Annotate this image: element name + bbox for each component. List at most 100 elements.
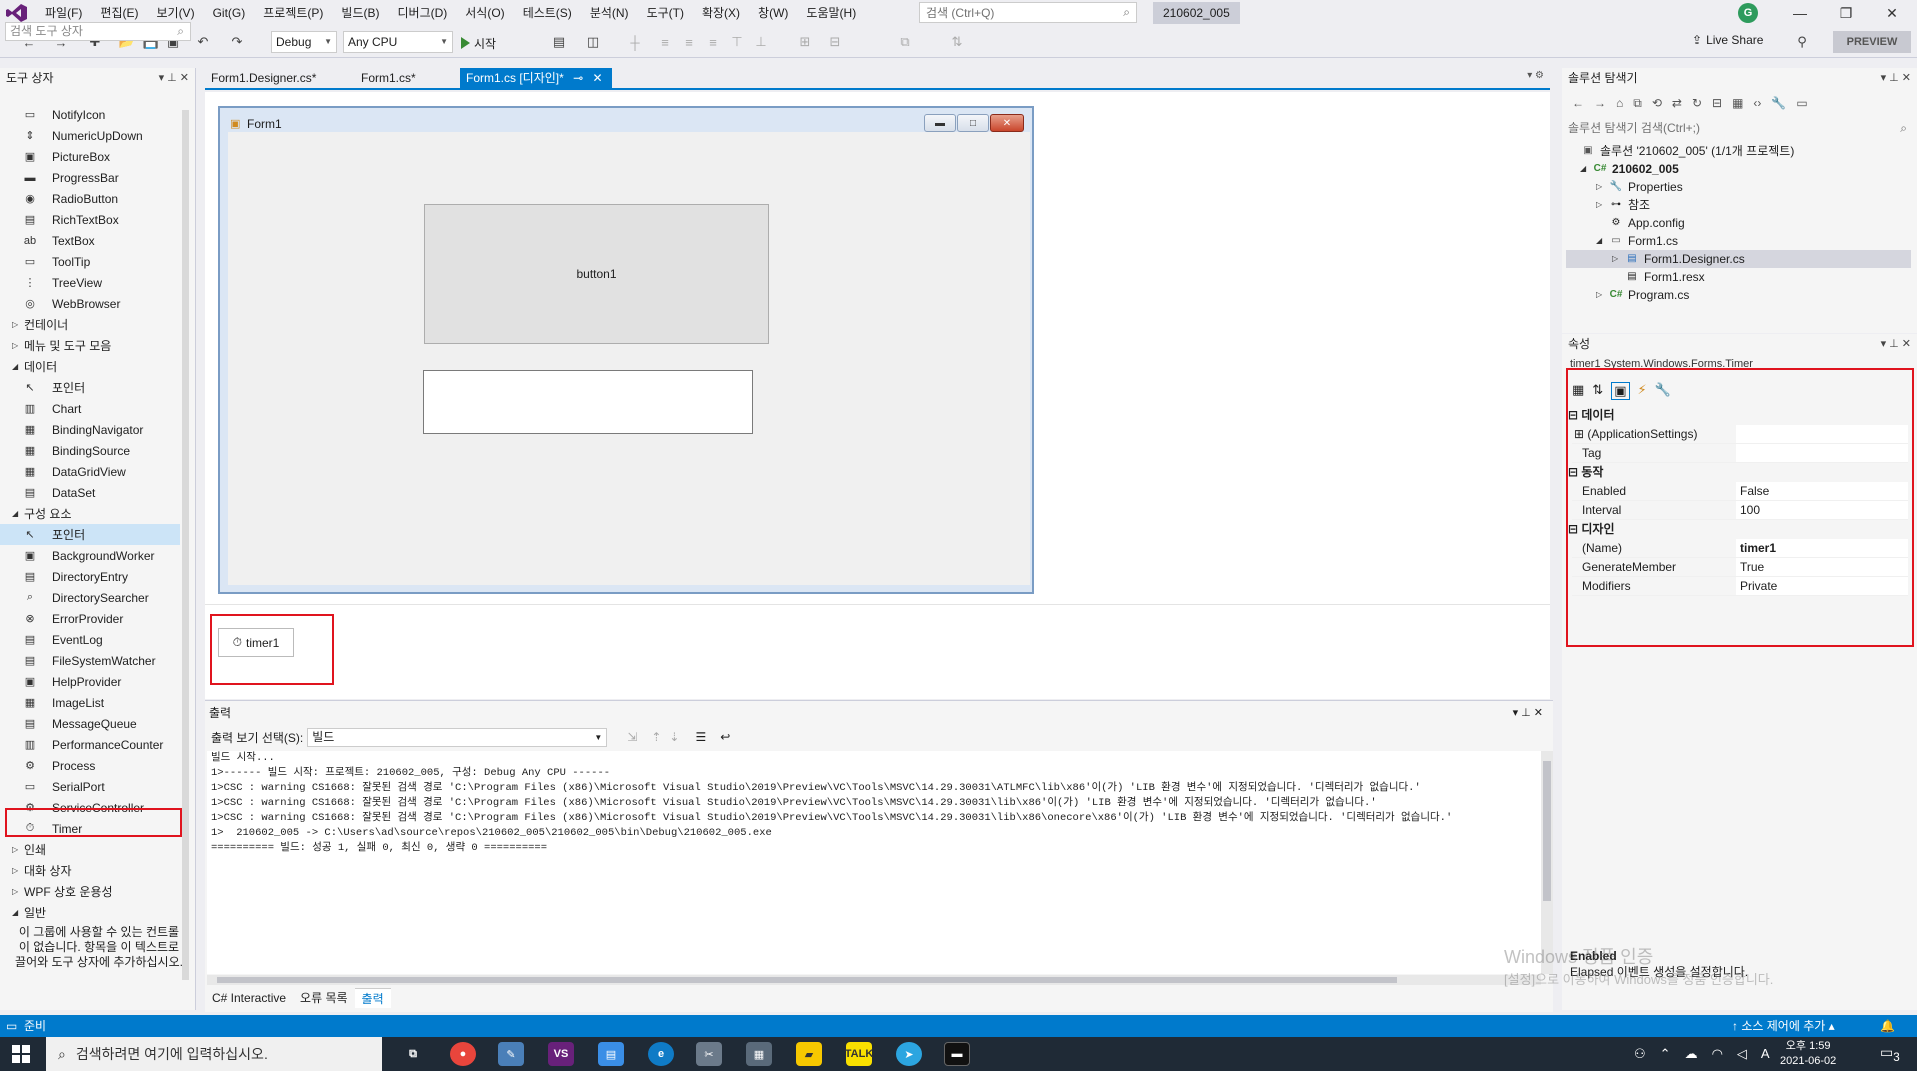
spacing-icon[interactable]: ⊟ [826,33,844,51]
toolbox-category[interactable]: ◢ 데이터 [0,356,180,377]
toolbox-item-richtextbox[interactable]: ▤ RichTextBox [0,209,180,230]
prop-category-behavior[interactable]: ⊟ 동작 [1568,463,1603,482]
menu-item[interactable]: 확장(X) [693,0,749,26]
browser-link-icon[interactable]: ▤ [550,33,568,51]
prev-message-icon[interactable]: ⇡ [651,730,661,744]
screenshot-icon[interactable]: ◫ [584,33,602,51]
toolbox-item-datagridview[interactable]: ▦ DataGridView [0,461,180,482]
switch-views-icon[interactable]: ⧉ [1633,96,1642,114]
tab-form1-design[interactable]: Form1.cs [디자인]* ⊸ ✕ [460,68,612,88]
chevron-up-icon[interactable]: ⌃ [1660,1046,1671,1062]
toolbox-category[interactable]: ◢ 구성 요소 [0,503,180,524]
toolbox-item-bindingnavigator[interactable]: ▦ BindingNavigator [0,419,180,440]
tab-form1-cs[interactable]: Form1.cs* [355,68,422,88]
timer1-component[interactable]: ⏱ timer1 [218,628,294,657]
menu-item[interactable]: Git(G) [204,0,255,26]
toolbox-item-picturebox[interactable]: ▣ PictureBox [0,146,180,167]
toolbox-category[interactable]: ▷ 인쇄 [0,839,180,860]
sync-icon[interactable]: ⇄ [1672,96,1682,114]
tree-app-config[interactable]: ⚙ App.config [1608,214,1685,232]
ime-icon[interactable]: A [1761,1046,1770,1062]
back-icon[interactable]: ← [1572,96,1584,114]
prop-value[interactable] [1736,444,1908,462]
toolbox-category[interactable]: ▷ 컨테이너 [0,314,180,335]
snipping-icon[interactable]: ✂ [696,1042,722,1066]
toolbox-item-serialport[interactable]: ▭ SerialPort [0,776,180,797]
toolbox-item-messagequeue[interactable]: ▤ MessageQueue [0,713,180,734]
source-control-button[interactable]: ↑ 소스 제어에 추가 ▴ [1732,1015,1835,1037]
prop-value[interactable]: 100 [1736,501,1908,519]
toolbox-item-filesystemwatcher[interactable]: ▤ FileSystemWatcher [0,650,180,671]
sticky-notes-icon[interactable]: ▰ [796,1042,822,1066]
clear-all-icon[interactable]: ☰ [695,730,706,744]
toolbox-item-eventlog[interactable]: ▤ EventLog [0,629,180,650]
scroll-thumb[interactable] [1543,761,1551,901]
prop-row-appsettings[interactable]: ⊞ (ApplicationSettings) [1572,425,1908,444]
tree-project[interactable]: ◢ C# 210602_005 [1580,160,1679,178]
notepad-icon[interactable]: ▤ [598,1042,624,1066]
visual-studio-logo-icon[interactable] [6,3,28,23]
visual-studio-taskbar-icon[interactable]: VS [548,1042,574,1066]
prop-row-generatemember[interactable]: GenerateMember True [1572,558,1908,577]
toolbox-item-imagelist[interactable]: ▦ ImageList [0,692,180,713]
task-view-icon[interactable]: ⧉ [400,1042,426,1066]
tree-form1-designer-cs[interactable]: ▷ ▤ Form1.Designer.cs [1566,250,1911,268]
form-button1[interactable]: button1 [424,204,769,344]
panel-pin-icons[interactable]: ▾ ⊥ ✕ [1881,334,1911,354]
prop-row-enabled[interactable]: Enabled False [1572,482,1908,501]
prop-category-data[interactable]: ⊟ 데이터 [1568,406,1615,425]
prop-row-name[interactable]: (Name) timer1 [1572,539,1908,558]
toolbox-item-textbox[interactable]: ab TextBox [0,230,180,251]
pending-changes-icon[interactable]: ⟲ [1652,96,1662,114]
tab-order-icon[interactable]: ⇅ [948,33,966,51]
toolbox-item-pointer[interactable]: ↖ 포인터 [0,377,180,398]
properties-icon[interactable]: 🔧 [1771,96,1786,114]
menu-item[interactable]: 창(W) [749,0,797,26]
terminal-icon[interactable]: ▬ [944,1042,970,1066]
output-vertical-scrollbar[interactable] [1541,751,1553,974]
tab-error-list[interactable]: 오류 목록 [293,988,355,1008]
prop-value[interactable]: True [1736,558,1908,576]
minimize-icon[interactable]: — [1777,0,1823,26]
output-source-dropdown[interactable]: 빌드 ▼ [307,727,608,747]
properties-object-selector[interactable]: timer1 System.Windows.Forms.Timer [1570,358,1753,370]
align-top-icon[interactable]: ⊤ [728,33,746,51]
toolbox-item-bindingsource[interactable]: ▦ BindingSource [0,440,180,461]
toolbox-item-pointer[interactable]: ↖ 포인터 [0,524,180,545]
prop-value[interactable] [1736,425,1908,443]
account-avatar[interactable]: G [1738,3,1758,23]
property-pages-icon[interactable]: 🔧 [1655,382,1671,400]
toolbox-item-numericupdown[interactable]: ⇕ NumericUpDown [0,125,180,146]
show-all-files-icon[interactable]: ▦ [1732,96,1743,114]
prop-value[interactable]: timer1 [1736,539,1908,557]
toolbox-item-servicecontroller[interactable]: ⚙ ServiceController [0,797,180,818]
forward-icon[interactable]: → [1594,96,1606,114]
next-message-icon[interactable]: ⇣ [669,730,679,744]
start-debug-button[interactable]: 시작 [461,32,496,54]
toolbox-item-dataset[interactable]: ▤ DataSet [0,482,180,503]
toolbox-scrollbar[interactable] [182,110,189,980]
taskbar-clock[interactable]: 오후 1:59 2021-06-02 [1780,1039,1836,1069]
tree-solution[interactable]: ▣ 솔루션 '210602_005' (1/1개 프로젝트) [1580,142,1794,160]
align-center-icon[interactable]: ≡ [680,33,698,51]
toolbox-item-tooltip[interactable]: ▭ ToolTip [0,251,180,272]
properties-view-icon[interactable]: ▣ [1611,382,1630,400]
find-message-icon[interactable]: ⇲ [627,730,637,744]
align-middle-icon[interactable]: ⊥ [752,33,770,51]
menu-item[interactable]: 빌드(B) [332,0,388,26]
toolbox-item-performancecounter[interactable]: ▥ PerformanceCounter [0,734,180,755]
scroll-thumb[interactable] [217,977,1397,983]
menu-item[interactable]: 도구(T) [638,0,693,26]
platform-dropdown[interactable]: Any CPU ▼ [343,31,453,53]
prop-value[interactable]: Private [1736,577,1908,595]
order-icon[interactable]: ⧉ [896,33,914,51]
prop-value[interactable]: False [1736,482,1908,500]
tab-overflow-icon[interactable]: ▾ ⚙ [1527,70,1544,81]
search-input[interactable]: 검색 (Ctrl+Q) ⌕ [919,2,1137,23]
toolbox-item-chart[interactable]: ▥ Chart [0,398,180,419]
toolbox-item-notifyicon[interactable]: ▭ NotifyIcon [0,104,180,125]
wifi-icon[interactable]: ◠ [1712,1046,1723,1062]
prop-row-modifiers[interactable]: Modifiers Private [1572,577,1908,596]
pin-icon[interactable]: ⊸ [573,71,583,85]
calculator-icon[interactable]: ▦ [746,1042,772,1066]
